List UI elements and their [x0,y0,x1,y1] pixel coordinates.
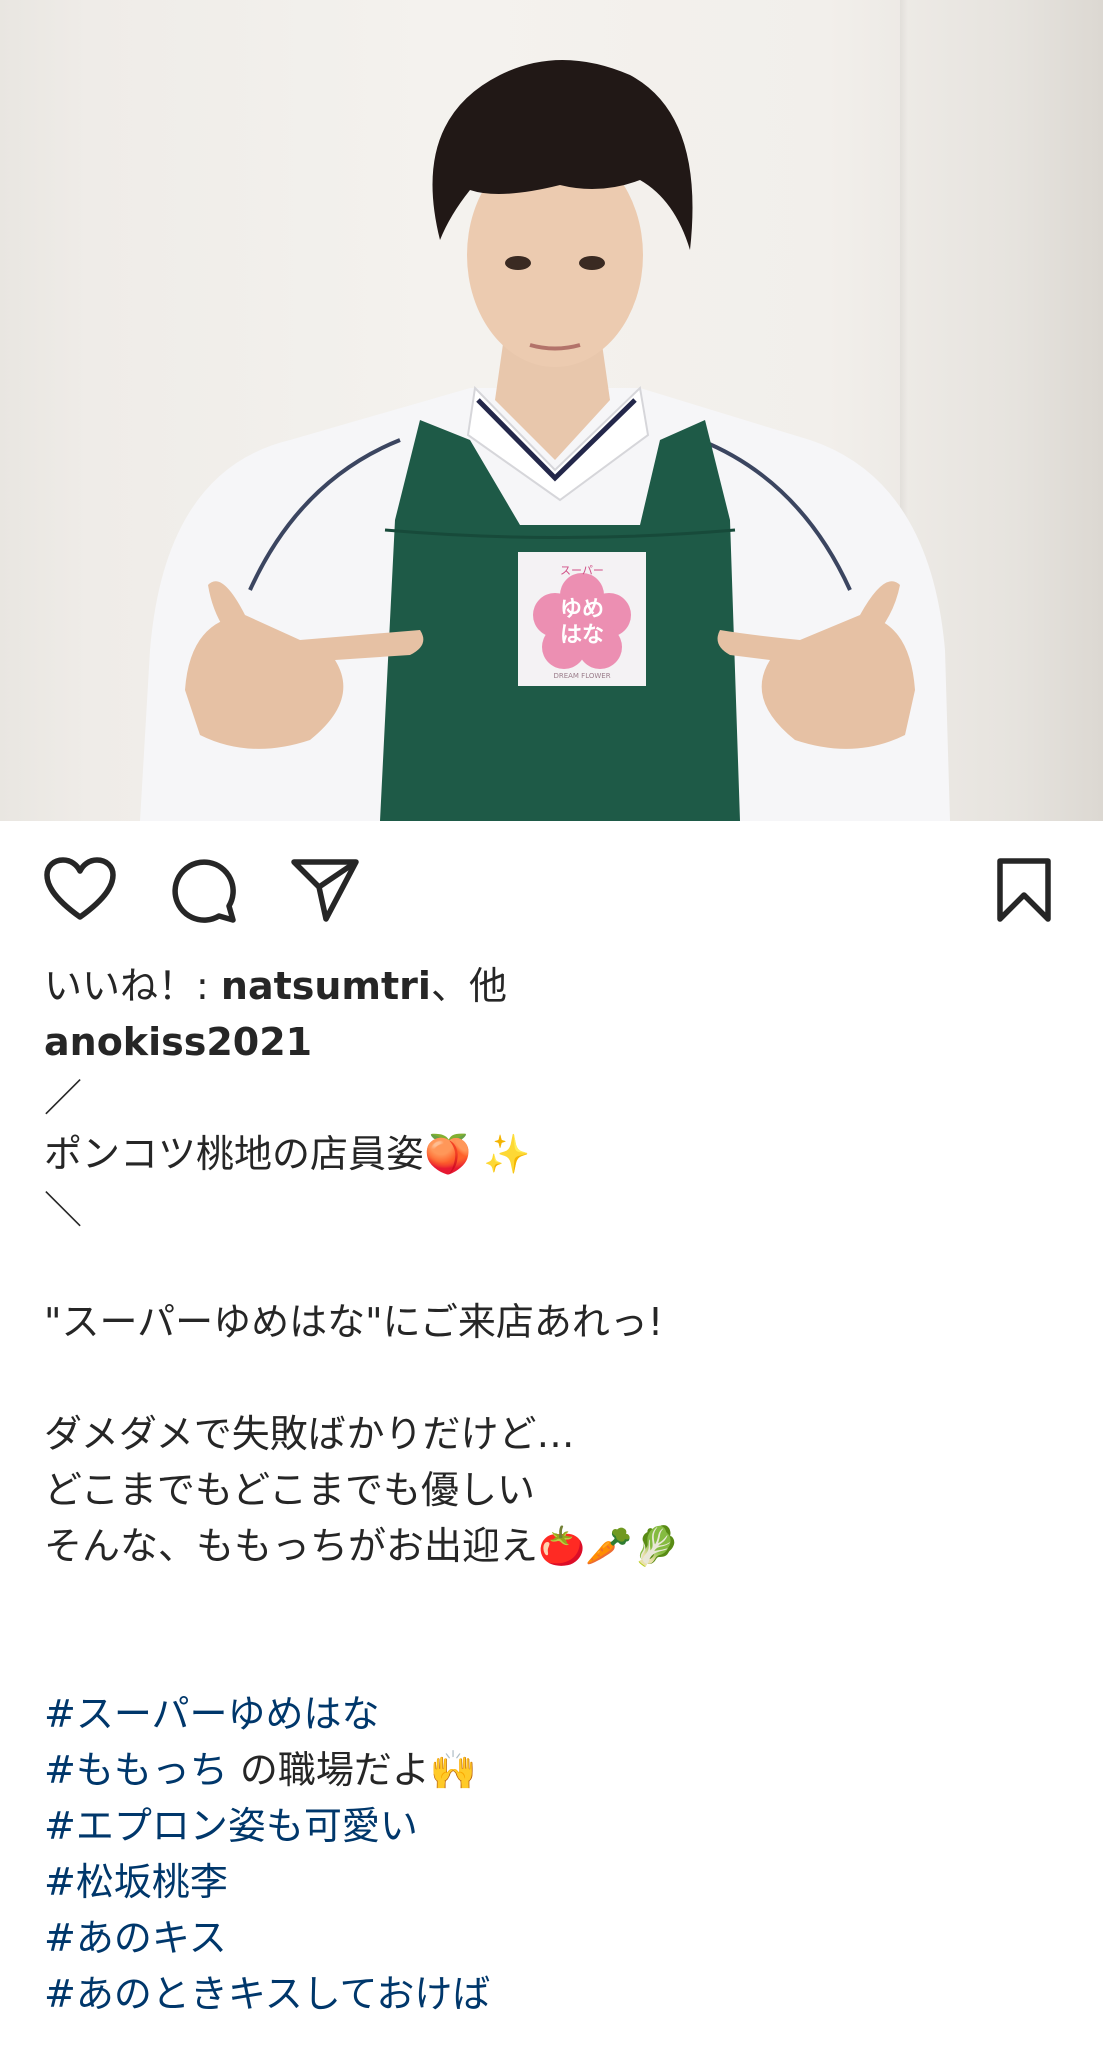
caption-text: ポンコツ桃地の店員姿 [44,1132,425,1176]
bookmark-icon [997,858,1051,922]
hashtag-trailing-text: の職場だよ🙌 [227,1748,478,1792]
liker-username[interactable]: natsumtri [221,964,431,1008]
caption-line: ＼ [44,1188,83,1232]
hashtag-line: #スーパーゆめはな [44,1686,1064,1742]
likes-summary[interactable]: いいね！: natsumtri、他 [44,958,1064,1014]
left-eye [505,256,531,270]
caption-line: そんな、ももっちがお出迎え🍅🥕🥬 [44,1518,1064,1574]
hashtag-link[interactable]: #松坂桃李 [44,1860,228,1904]
hashtag-line: #あのキス [44,1910,1064,1966]
badge-top-text: スーパー [560,564,604,577]
post-action-bar [0,850,1103,940]
save-button[interactable] [986,850,1062,930]
caption-text: そんな、ももっちがお出迎え [44,1524,539,1568]
hashtag-link[interactable]: #エプロン姿も可愛い [44,1804,418,1848]
badge-main-text-2: はな [560,623,604,648]
comment-button[interactable] [165,850,241,930]
caption-line: ダメダメで失敗ばかりだけど… [44,1412,575,1456]
caption-line: ／ [44,1076,83,1120]
hashtag-line: #松坂桃李 [44,1854,1064,1910]
hashtag-line: #あのときキスしておけば [44,1966,1064,2022]
hashtag-link[interactable]: #スーパーゆめはな [44,1692,379,1736]
hashtag-line: #ももっち の職場だよ🙌 [44,1742,1064,1798]
caption-line: "スーパーゆめはな"にご来店あれっ! [44,1300,664,1344]
author-username[interactable]: anokiss2021 [44,1014,1064,1070]
caption-line: ポンコツ桃地の店員姿🍑 ✨ [44,1126,1064,1182]
like-button[interactable] [42,850,118,930]
likes-others[interactable]: 、他 [431,964,507,1008]
post-caption: いいね！: natsumtri、他 anokiss2021 ／ ポンコツ桃地の店… [44,958,1064,2022]
badge-bottom-text: DREAM FLOWER [553,672,610,680]
hashtag-link[interactable]: #あのキス [44,1916,227,1960]
likes-prefix: いいね！: [44,964,221,1008]
heart-outline-icon [44,857,116,920]
post-image[interactable]: スーパー ゆめ はな DREAM FLOWER [0,0,1103,821]
hashtag-link[interactable]: #ももっち [44,1748,228,1792]
comment-bubble-icon [172,859,236,923]
vegetable-emoji: 🍅🥕🥬 [538,1524,680,1568]
badge-main-text-1: ゆめ [560,597,604,622]
post-photo-illustration: スーパー ゆめ はな DREAM FLOWER [140,60,950,821]
peach-sparkle-emoji: 🍑 ✨ [424,1132,531,1176]
share-button[interactable] [287,850,363,930]
caption-line: どこまでもどこまでも優しい [44,1468,535,1512]
right-eye [579,256,605,270]
hashtag-line: #エプロン姿も可愛い [44,1798,1064,1854]
hashtag-link[interactable]: #あのときキスしておけば [44,1972,490,2016]
hashtag-list: #スーパーゆめはな #ももっち の職場だよ🙌 #エプロン姿も可愛い #松坂桃李 … [44,1686,1064,2022]
paper-plane-icon [291,859,359,922]
